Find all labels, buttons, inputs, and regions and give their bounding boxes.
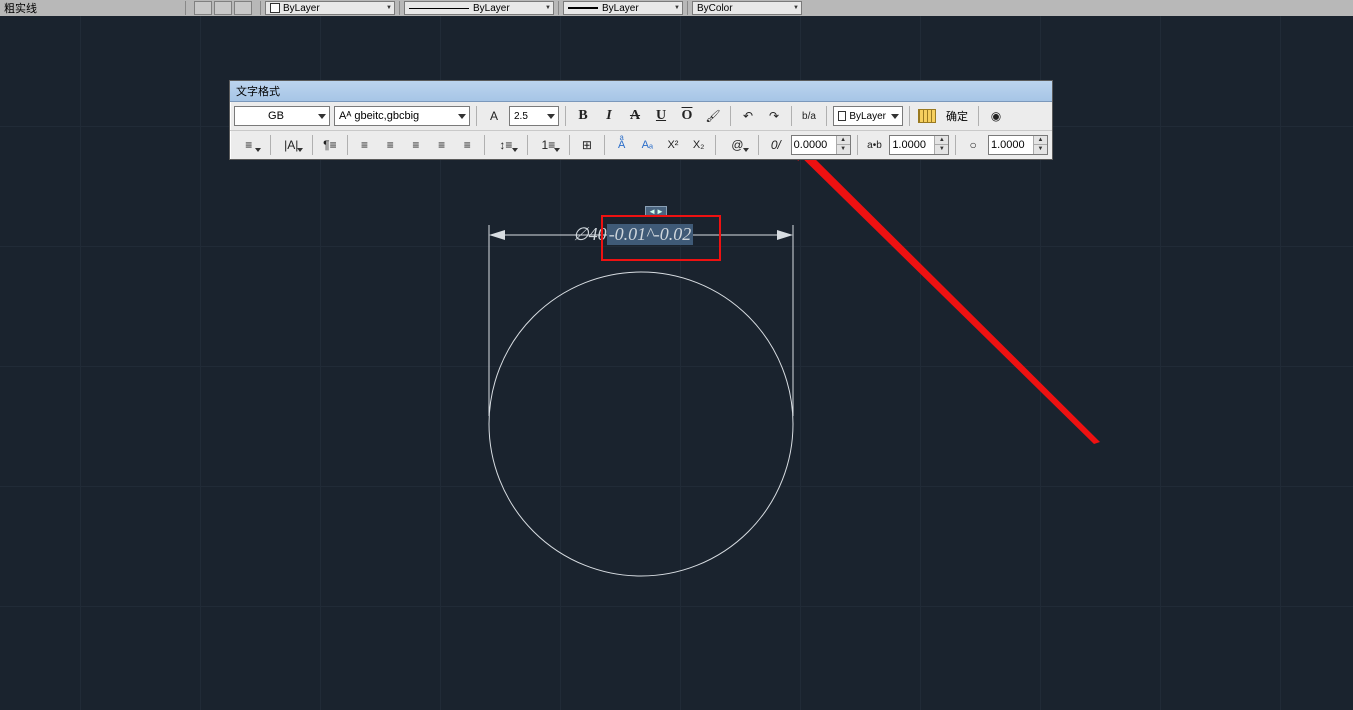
color-dropdown[interactable]: ByLayer (265, 1, 395, 15)
underline-button[interactable]: U (650, 105, 672, 127)
text-height-value: 2.5 (514, 111, 528, 122)
tracking-icon: a•b (864, 134, 886, 156)
text-toolbar-row-2: ≡ |A| ¶≡ ≡ ≡ ≡ ≡ ≡ ↕≡ 1≡ ⊞ Aͣ Aₐ X² X₂ @… (230, 131, 1052, 159)
separator (270, 135, 271, 155)
ruler-button[interactable] (916, 105, 938, 127)
stack-button[interactable]: b/a (798, 105, 820, 127)
uppercase-button[interactable]: Aͣ (611, 134, 633, 156)
separator (955, 135, 956, 155)
separator (347, 135, 348, 155)
subscript-button[interactable]: X₂ (688, 134, 710, 156)
text-toolbar-title[interactable]: 文字格式 (230, 81, 1052, 102)
separator (791, 106, 792, 126)
overline-button[interactable]: O (676, 105, 698, 127)
separator (260, 1, 261, 15)
spin-up-icon[interactable]: ▲ (934, 136, 948, 145)
separator (909, 106, 910, 126)
align-distribute-button[interactable]: ≡ (456, 134, 478, 156)
justify-group (190, 1, 256, 15)
separator (569, 135, 570, 155)
separator (476, 106, 477, 126)
spin-down-icon[interactable]: ▼ (836, 145, 850, 154)
tracking-input[interactable] (890, 136, 934, 154)
oblique-angle-spinner[interactable]: ▲▼ (791, 135, 851, 155)
separator (715, 135, 716, 155)
separator (978, 106, 979, 126)
properties-bar: 粗实线 ByLayer ByLayer ByLayer ByColor (0, 0, 1353, 16)
bold-button[interactable]: B (572, 105, 594, 127)
font-combo[interactable]: Aᴬ gbeitc,gbcbig (334, 106, 470, 126)
columns-button[interactable]: ≡ (234, 134, 264, 156)
spin-down-icon[interactable]: ▼ (934, 145, 948, 154)
linetype-dropdown-label: ByLayer (473, 3, 510, 14)
lineweight-dropdown[interactable]: ByLayer (563, 1, 683, 15)
redo-button[interactable]: ↷ (763, 105, 785, 127)
symbol-button[interactable]: @ (722, 134, 752, 156)
plotstyle-dropdown[interactable]: ByColor (692, 1, 802, 15)
text-color-value: ByLayer (849, 111, 886, 122)
separator (527, 135, 528, 155)
text-color-combo[interactable]: ByLayer (833, 106, 903, 126)
mtext-justify-button[interactable]: |A| (277, 134, 307, 156)
align-right-button[interactable]: ≡ (405, 134, 427, 156)
annotative-icon[interactable]: A (483, 105, 505, 127)
justify-icon-3[interactable] (234, 1, 252, 15)
clear-format-button[interactable]: 🖌 (702, 105, 724, 127)
separator (312, 135, 313, 155)
separator (687, 1, 688, 15)
plotstyle-dropdown-label: ByColor (697, 3, 733, 14)
insert-field-button[interactable]: ⊞ (576, 134, 598, 156)
text-style-combo[interactable]: GB (234, 106, 330, 126)
align-left-button[interactable]: ≡ (354, 134, 376, 156)
separator (399, 1, 400, 15)
separator (730, 106, 731, 126)
superscript-button[interactable]: X² (662, 134, 684, 156)
text-style-value: GB (268, 110, 284, 122)
spin-up-icon[interactable]: ▲ (1033, 136, 1047, 145)
separator (826, 106, 827, 126)
undo-button[interactable]: ↶ (737, 105, 759, 127)
options-button[interactable]: ◉ (985, 105, 1007, 127)
numbering-button[interactable]: 1≡ (534, 134, 564, 156)
italic-button[interactable]: I (598, 105, 620, 127)
linetype-sample-icon (409, 8, 469, 9)
lineweight-dropdown-label: ByLayer (602, 3, 639, 14)
text-color-swatch-icon (838, 111, 846, 121)
color-dropdown-label: ByLayer (283, 3, 320, 14)
separator (857, 135, 858, 155)
separator (484, 135, 485, 155)
text-format-toolbar: 文字格式 GB Aᴬ gbeitc,gbcbig A 2.5 B I A U O… (229, 80, 1053, 160)
ok-button[interactable]: 确定 (942, 108, 972, 124)
justify-icon-1[interactable] (194, 1, 212, 15)
lineweight-sample-icon (568, 7, 598, 9)
width-factor-input[interactable] (989, 136, 1033, 154)
separator (558, 1, 559, 15)
text-toolbar-row-1: GB Aᴬ gbeitc,gbcbig A 2.5 B I A U O 🖌 ↶ … (230, 102, 1052, 131)
ruler-icon (918, 109, 936, 123)
oblique-angle-input[interactable] (792, 136, 836, 154)
width-factor-icon: ○ (962, 134, 984, 156)
strike-button[interactable]: A (624, 105, 646, 127)
tracking-spinner[interactable]: ▲▼ (889, 135, 949, 155)
align-justify-button[interactable]: ≡ (431, 134, 453, 156)
color-swatch-icon (270, 3, 280, 13)
linespacing-button[interactable]: ↕≡ (491, 134, 521, 156)
linetype-name: 粗实线 (4, 0, 37, 16)
spin-up-icon[interactable]: ▲ (836, 136, 850, 145)
separator (604, 135, 605, 155)
lowercase-button[interactable]: Aₐ (636, 134, 658, 156)
separator (758, 135, 759, 155)
oblique-icon: 0/ (765, 134, 787, 156)
text-height-combo[interactable]: 2.5 (509, 106, 559, 126)
annotation-red-box (601, 215, 721, 261)
font-combo-value: gbeitc,gbcbig (354, 110, 419, 122)
align-center-button[interactable]: ≡ (379, 134, 401, 156)
separator (565, 106, 566, 126)
paragraph-button[interactable]: ¶≡ (319, 134, 341, 156)
spin-down-icon[interactable]: ▼ (1033, 145, 1047, 154)
width-factor-spinner[interactable]: ▲▼ (988, 135, 1048, 155)
linetype-dropdown[interactable]: ByLayer (404, 1, 554, 15)
separator (185, 1, 186, 15)
justify-icon-2[interactable] (214, 1, 232, 15)
